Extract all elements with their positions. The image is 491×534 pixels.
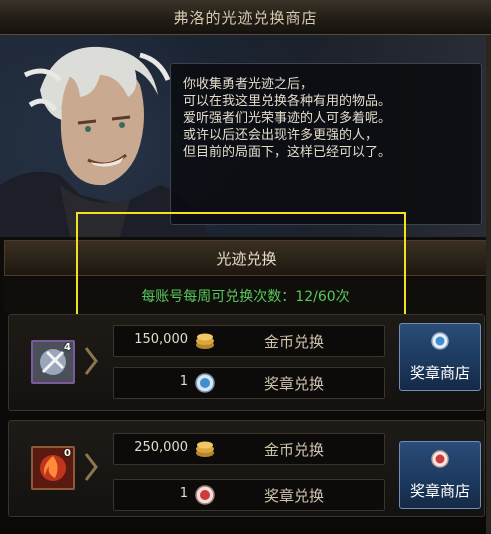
medal-price: 1 bbox=[179, 374, 188, 389]
gold-exchange-label: 金币兑换 bbox=[264, 333, 325, 351]
highlight-box bbox=[76, 212, 406, 318]
dialogue-line: 爱听强者们光荣事迹的人可多着呢。 bbox=[183, 111, 392, 126]
chevron-right-icon bbox=[84, 453, 98, 481]
medal-shop-label: 奖章商店 bbox=[409, 364, 470, 382]
chevron-right-icon bbox=[84, 347, 98, 375]
title-bar[interactable]: 弗洛的光迹兑换商店 bbox=[0, 0, 491, 35]
gold-exchange-label: 金币兑换 bbox=[264, 441, 325, 459]
exchange-item-row: 4 150,000 金币兑换 1 奖章兑换 奖章商店 bbox=[8, 314, 485, 411]
gold-coin-icon bbox=[196, 333, 214, 349]
red-medal-icon bbox=[431, 450, 449, 468]
medal-price: 1 bbox=[179, 486, 188, 501]
item-count: 0 bbox=[64, 448, 71, 459]
gold-coin-icon bbox=[196, 441, 214, 457]
npc-speech-box: 你收集勇者光迹之后， 可以在我这里兑换各种有用的物品。 爱听强者们光荣事迹的人可… bbox=[170, 63, 482, 225]
exchange-item-row: 0 250,000 金币兑换 1 奖章兑换 奖章商店 bbox=[8, 420, 485, 517]
window-frame-edge bbox=[486, 35, 491, 534]
red-flame-icon[interactable]: 0 bbox=[31, 446, 75, 490]
shop-window: 弗洛的光迹兑换商店 你收集勇者光迹之后， 可以在我这里兑换各种有用的物品。 爱听… bbox=[0, 0, 491, 534]
silver-sword-icon[interactable]: 4 bbox=[31, 340, 75, 384]
gold-exchange-button[interactable]: 150,000 金币兑换 bbox=[113, 325, 385, 357]
dialogue-line: 你收集勇者光迹之后， bbox=[183, 77, 314, 92]
npc-dialogue-area: 你收集勇者光迹之后， 可以在我这里兑换各种有用的物品。 爱听强者们光荣事迹的人可… bbox=[0, 35, 491, 237]
medal-exchange-button[interactable]: 1 奖章兑换 bbox=[113, 367, 385, 399]
medal-shop-button[interactable]: 奖章商店 bbox=[399, 441, 481, 509]
red-medal-icon bbox=[195, 485, 215, 505]
blue-medal-icon bbox=[195, 373, 215, 393]
medal-exchange-button[interactable]: 1 奖章兑换 bbox=[113, 479, 385, 511]
blue-medal-icon bbox=[431, 332, 449, 350]
dialogue-line: 或许以后还会出现许多更强的人， bbox=[183, 128, 379, 143]
gold-price: 150,000 bbox=[134, 332, 188, 347]
dialogue-line: 但目前的局面下，这样已经可以了。 bbox=[183, 145, 392, 160]
dialogue-line: 可以在我这里兑换各种有用的物品。 bbox=[183, 94, 392, 109]
medal-shop-button[interactable]: 奖章商店 bbox=[399, 323, 481, 391]
gold-exchange-button[interactable]: 250,000 金币兑换 bbox=[113, 433, 385, 465]
gold-price: 250,000 bbox=[134, 440, 188, 455]
window-title: 弗洛的光迹兑换商店 bbox=[173, 8, 318, 27]
item-count: 4 bbox=[64, 342, 71, 353]
medal-exchange-label: 奖章兑换 bbox=[264, 487, 325, 505]
medal-shop-label: 奖章商店 bbox=[409, 482, 470, 500]
medal-exchange-label: 奖章兑换 bbox=[264, 375, 325, 393]
